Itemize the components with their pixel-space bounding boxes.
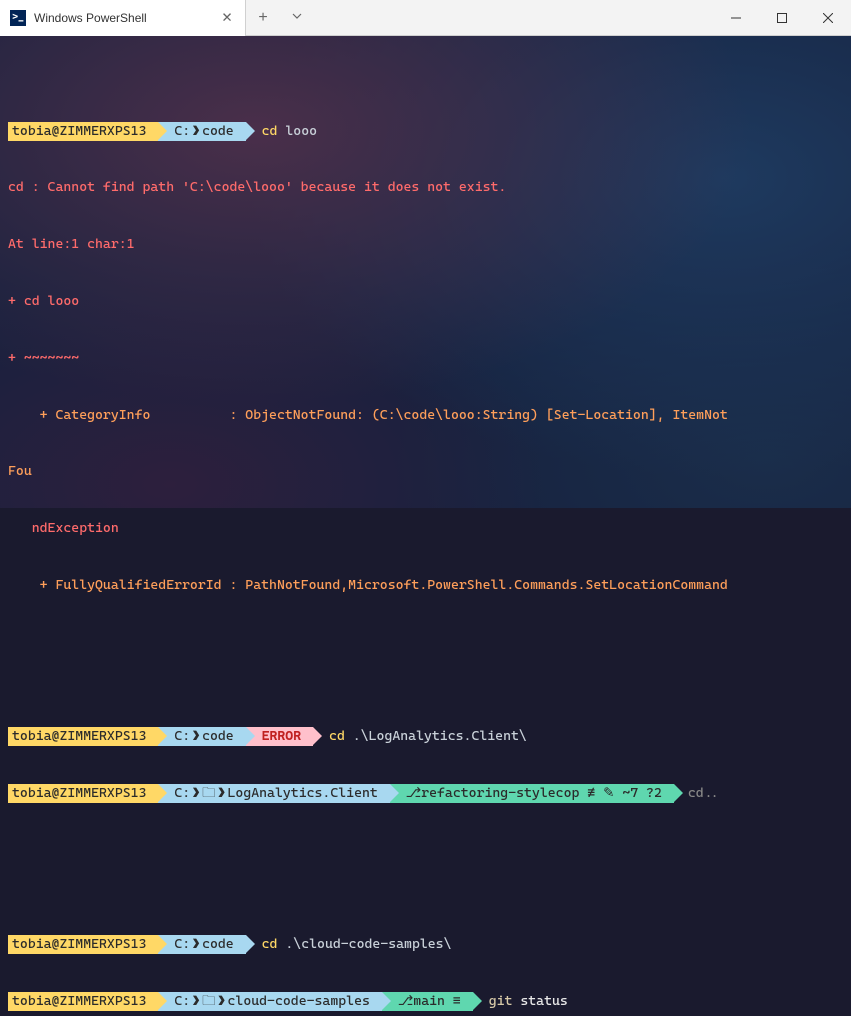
user-host-segment: tobia@ZIMMERXPS13	[8, 992, 158, 1011]
error-output: cd : Cannot find path 'C:\code\looo' bec…	[8, 178, 843, 197]
drive-segment: C: ❯ code	[158, 935, 245, 954]
drive-segment: C: ❯ 🗀 ❯ cloud-code-samples	[158, 992, 381, 1011]
error-output: At line:1 char:1	[8, 235, 843, 254]
window-controls	[713, 0, 851, 36]
tab-dropdown-button[interactable]	[280, 10, 314, 26]
error-output: + cd looo	[8, 292, 843, 311]
user-host-segment: tobia@ZIMMERXPS13	[8, 122, 158, 141]
minimize-button[interactable]	[713, 0, 759, 36]
folder-icon: 🗀	[202, 992, 216, 1011]
git-branch-segment: ⎇main ≡	[382, 992, 473, 1011]
command-text: git status	[489, 992, 568, 1011]
tab-powershell[interactable]: >_ Windows PowerShell ✕	[0, 0, 246, 36]
close-button[interactable]	[805, 0, 851, 36]
error-output: Fou	[8, 462, 843, 481]
user-host-segment: tobia@ZIMMERXPS13	[8, 935, 158, 954]
powershell-icon: >_	[10, 10, 26, 26]
tab-title: Windows PowerShell	[34, 11, 211, 25]
prompt-line: tobia@ZIMMERXPS13 C: ❯ 🗀 ❯ cloud-code-sa…	[8, 992, 843, 1011]
prompt-line: tobia@ZIMMERXPS13 C: ❯ code ERROR cd .\L…	[8, 727, 843, 746]
command-text: cd .\cloud-code-samples\	[262, 935, 452, 954]
git-branch-segment: ⎇refactoring-stylecop ≢ ✎ ~7 ?2	[390, 784, 674, 803]
tab-close-button[interactable]: ✕	[219, 10, 235, 26]
drive-segment: C: ❯ 🗀 ❯ LogAnalytics.Client	[158, 784, 389, 803]
folder-icon: 🗀	[202, 784, 216, 803]
error-output: ndException	[8, 519, 843, 538]
command-text: cd looo	[262, 122, 317, 141]
error-output: + CategoryInfo : ObjectNotFound: (C:\cod…	[8, 405, 843, 424]
maximize-button[interactable]	[759, 0, 805, 36]
error-badge: ERROR	[246, 727, 313, 746]
window-titlebar: >_ Windows PowerShell ✕ +	[0, 0, 851, 36]
error-output: + FullyQualifiedErrorId : PathNotFound,M…	[8, 576, 843, 595]
drive-segment: C: ❯ code	[158, 122, 245, 141]
drive-segment: C: ❯ code	[158, 727, 245, 746]
user-host-segment: tobia@ZIMMERXPS13	[8, 727, 158, 746]
new-tab-button[interactable]: +	[246, 9, 280, 27]
prompt-line: tobia@ZIMMERXPS13 C: ❯ code cd looo	[8, 122, 843, 141]
prompt-line: tobia@ZIMMERXPS13 C: ❯ 🗀 ❯ LogAnalytics.…	[8, 784, 843, 803]
terminal-viewport[interactable]: tobia@ZIMMERXPS13 C: ❯ code cd looo cd :…	[0, 36, 851, 508]
command-text: cd .\LogAnalytics.Client\	[329, 727, 527, 746]
command-text: cd..	[688, 784, 720, 803]
prompt-line: tobia@ZIMMERXPS13 C: ❯ code cd .\cloud-c…	[8, 935, 843, 954]
user-host-segment: tobia@ZIMMERXPS13	[8, 784, 158, 803]
error-output: + ~~~~~~~	[8, 349, 843, 368]
